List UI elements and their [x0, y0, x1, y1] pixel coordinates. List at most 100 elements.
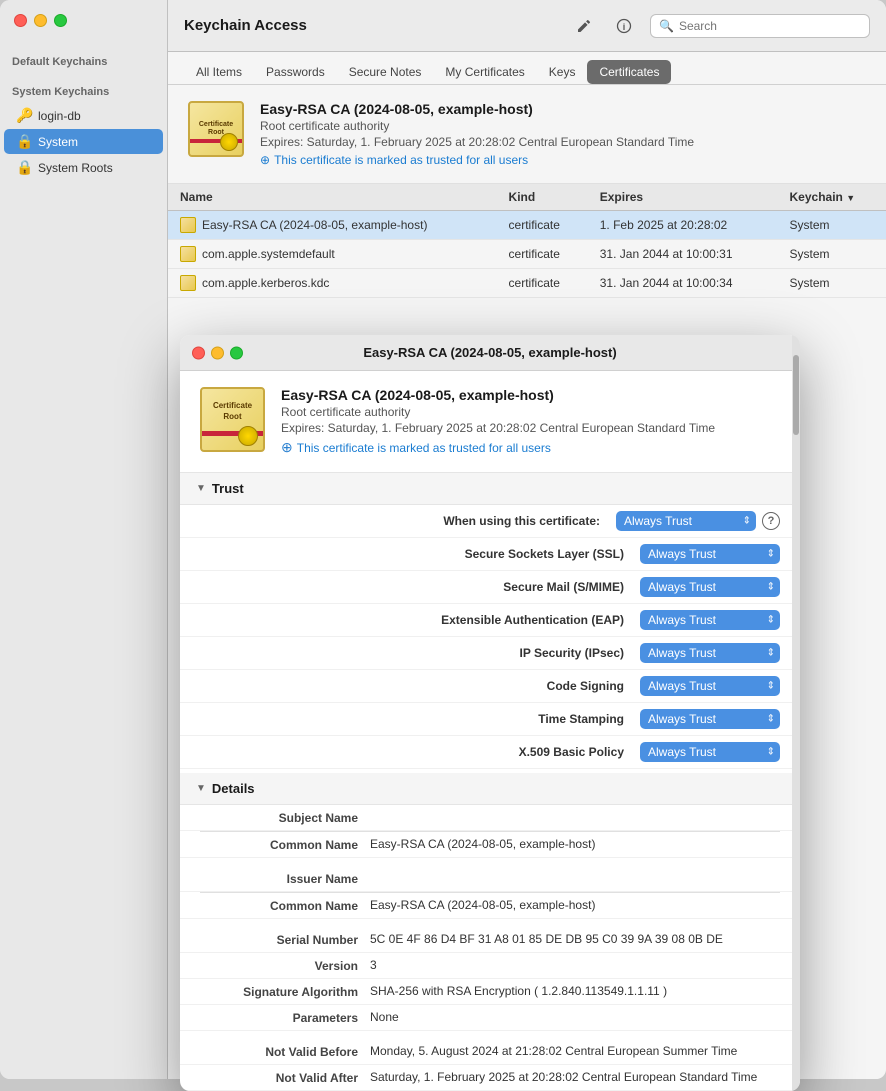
- sidebar-section-default-keychains: Default Keychains: [0, 50, 167, 72]
- modal-title: Easy-RSA CA (2024-08-05, example-host): [363, 345, 616, 360]
- detail-label: Issuer Name: [200, 871, 370, 886]
- modal-scrollbar[interactable]: [792, 335, 800, 1091]
- trust-select-timestamping[interactable]: Always Trust: [640, 709, 780, 729]
- info-button[interactable]: i: [610, 12, 638, 40]
- tab-all-items[interactable]: All Items: [184, 60, 254, 84]
- col-name[interactable]: Name: [168, 184, 497, 211]
- trust-row-mail: Secure Mail (S/MIME) Always Trust: [180, 571, 800, 604]
- table-row[interactable]: com.apple.kerberos.kdc certificate 31. J…: [168, 269, 886, 298]
- detail-value: Monday, 5. August 2024 at 21:28:02 Centr…: [370, 1044, 780, 1058]
- trust-row-x509: X.509 Basic Policy Always Trust: [180, 736, 800, 769]
- col-expires[interactable]: Expires: [588, 184, 778, 211]
- trust-select-wrapper-eap: Always Trust: [640, 610, 780, 630]
- trust-select-mail[interactable]: Always Trust: [640, 577, 780, 597]
- trust-select-wrapper: Always Trust: [616, 511, 756, 531]
- tab-passwords[interactable]: Passwords: [254, 60, 337, 84]
- modal-body: CertificateRoot Easy-RSA CA (2024-08-05,…: [180, 371, 800, 1091]
- details-chevron-icon: ▼: [196, 783, 206, 794]
- tab-my-certificates[interactable]: My Certificates: [433, 60, 536, 84]
- modal-cert-trusted: ⊕ This certificate is marked as trusted …: [281, 439, 715, 456]
- detail-value: 5C 0E 4F 86 D4 BF 31 A8 01 85 DE DB 95 C…: [370, 932, 780, 946]
- cert-title: Easy-RSA CA (2024-08-05, example-host): [260, 101, 694, 117]
- key-icon: 🔑: [16, 107, 32, 124]
- modal-cert-header: CertificateRoot Easy-RSA CA (2024-08-05,…: [180, 371, 800, 473]
- cert-detail-info: Easy-RSA CA (2024-08-05, example-host) R…: [260, 101, 694, 167]
- tab-bar: All Items Passwords Secure Notes My Cert…: [168, 52, 886, 85]
- col-kind[interactable]: Kind: [497, 184, 588, 211]
- window-traffic-lights: [14, 14, 67, 27]
- help-button[interactable]: ?: [762, 512, 780, 530]
- table-row[interactable]: com.apple.systemdefault certificate 31. …: [168, 240, 886, 269]
- trust-select-wrapper-x509: Always Trust: [640, 742, 780, 762]
- certificate-detail-modal: Easy-RSA CA (2024-08-05, example-host) C…: [180, 335, 800, 1091]
- trust-select-wrapper-timestamping: Always Trust: [640, 709, 780, 729]
- trust-section-header[interactable]: ▼ Trust: [180, 473, 800, 505]
- detail-row-subject-name-header: Subject Name: [180, 805, 800, 831]
- detail-row-not-valid-before: Not Valid Before Monday, 5. August 2024 …: [180, 1039, 800, 1065]
- modal-cert-title: Easy-RSA CA (2024-08-05, example-host): [281, 387, 715, 403]
- trust-label-ipsec: IP Security (IPsec): [200, 646, 640, 660]
- trust-chevron-icon: ▼: [196, 483, 206, 494]
- trust-row-eap: Extensible Authentication (EAP) Always T…: [180, 604, 800, 637]
- compose-button[interactable]: [570, 12, 598, 40]
- trust-select-codesign[interactable]: Always Trust: [640, 676, 780, 696]
- modal-cert-info: Easy-RSA CA (2024-08-05, example-host) R…: [281, 387, 715, 456]
- search-icon: 🔍: [659, 19, 674, 33]
- sidebar-item-login-db[interactable]: 🔑 login-db: [4, 103, 163, 128]
- trust-select-ipsec[interactable]: Always Trust: [640, 643, 780, 663]
- minimize-button[interactable]: [34, 14, 47, 27]
- detail-value: Saturday, 1. February 2025 at 20:28:02 C…: [370, 1070, 780, 1084]
- detail-label: Common Name: [200, 898, 370, 913]
- detail-value: Easy-RSA CA (2024-08-05, example-host): [370, 837, 780, 851]
- maximize-button[interactable]: [54, 14, 67, 27]
- tab-certificates[interactable]: Certificates: [587, 60, 671, 84]
- modal-cert-subtitle: Root certificate authority: [281, 405, 715, 419]
- trust-label-eap: Extensible Authentication (EAP): [200, 613, 640, 627]
- search-input[interactable]: [679, 19, 859, 33]
- trust-label-main: When using this certificate:: [200, 514, 616, 528]
- detail-value: SHA-256 with RSA Encryption ( 1.2.840.11…: [370, 984, 780, 998]
- trusted-icon: ⊕: [281, 439, 293, 456]
- trust-select-eap[interactable]: Always Trust: [640, 610, 780, 630]
- trust-select-wrapper-main: Always Trust ?: [616, 511, 780, 531]
- cert-table: Name Kind Expires Keychain ▼: [168, 184, 886, 298]
- col-keychain[interactable]: Keychain ▼: [778, 184, 886, 211]
- detail-value: Easy-RSA CA (2024-08-05, example-host): [370, 898, 780, 912]
- trust-select-ssl[interactable]: Always Trust: [640, 544, 780, 564]
- modal-cert-icon: CertificateRoot: [200, 387, 265, 452]
- trust-section-label: Trust: [212, 481, 244, 496]
- trust-row-timestamping: Time Stamping Always Trust: [180, 703, 800, 736]
- trust-row-main: When using this certificate: Always Trus…: [180, 505, 800, 538]
- cert-name-cell: Easy-RSA CA (2024-08-05, example-host): [168, 211, 497, 240]
- trust-select-wrapper-ssl: Always Trust: [640, 544, 780, 564]
- cert-trusted-msg: This certificate is marked as trusted fo…: [260, 153, 694, 167]
- detail-row-issuer-common-name: Common Name Easy-RSA CA (2024-08-05, exa…: [180, 893, 800, 919]
- trust-select-main[interactable]: Always Trust: [616, 511, 756, 531]
- details-section-header[interactable]: ▼ Details: [180, 773, 800, 805]
- modal-close-button[interactable]: [192, 346, 205, 359]
- trust-select-wrapper-codesign: Always Trust: [640, 676, 780, 696]
- cert-expires: Expires: Saturday, 1. February 2025 at 2…: [260, 135, 694, 149]
- table-row[interactable]: Easy-RSA CA (2024-08-05, example-host) c…: [168, 211, 886, 240]
- modal-traffic-lights: [192, 346, 243, 359]
- scrollbar-thumb[interactable]: [793, 355, 799, 435]
- detail-row-not-valid-after: Not Valid After Saturday, 1. February 20…: [180, 1065, 800, 1091]
- cert-name-cell: com.apple.kerberos.kdc: [168, 269, 497, 298]
- sidebar-item-system[interactable]: 🔒 System: [4, 129, 163, 154]
- close-button[interactable]: [14, 14, 27, 27]
- tab-secure-notes[interactable]: Secure Notes: [337, 60, 434, 84]
- tab-keys[interactable]: Keys: [537, 60, 588, 84]
- trust-label-mail: Secure Mail (S/MIME): [200, 580, 640, 594]
- trust-select-x509[interactable]: Always Trust: [640, 742, 780, 762]
- search-box: 🔍: [650, 14, 870, 38]
- toolbar: Keychain Access i 🔍: [168, 0, 886, 52]
- detail-label: Common Name: [200, 837, 370, 852]
- trust-label-timestamping: Time Stamping: [200, 712, 640, 726]
- modal-minimize-button[interactable]: [211, 346, 224, 359]
- modal-maximize-button[interactable]: [230, 346, 243, 359]
- detail-label: Parameters: [200, 1010, 370, 1025]
- modal-cert-expires: Expires: Saturday, 1. February 2025 at 2…: [281, 421, 715, 435]
- detail-row-serial: Serial Number 5C 0E 4F 86 D4 BF 31 A8 01…: [180, 927, 800, 953]
- cert-thumbnail: CertificateRoot: [188, 101, 244, 157]
- sidebar-item-system-roots[interactable]: 🔒 System Roots: [4, 155, 163, 180]
